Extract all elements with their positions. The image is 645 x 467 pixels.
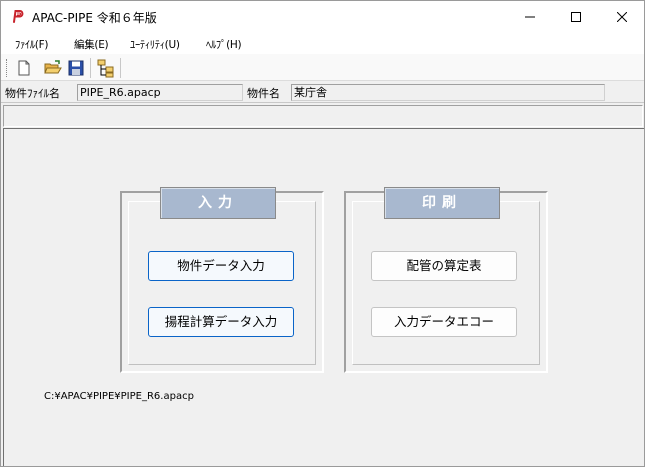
maximize-button[interactable]	[553, 1, 599, 32]
input-group-frame	[128, 201, 316, 365]
menu-edit[interactable]: 編集(E)	[74, 37, 109, 52]
file-name-label: 物件ﾌｧｲﾙ名	[5, 87, 60, 100]
head-calc-data-input-button[interactable]: 揚程計算データ入力	[148, 307, 294, 337]
tree-icon[interactable]	[96, 58, 116, 78]
print-group-title: 印刷	[384, 187, 500, 219]
print-group-frame	[352, 201, 540, 365]
menu-file[interactable]: ﾌｧｲﾙ(F)	[15, 37, 48, 52]
menu-help[interactable]: ﾍﾙﾌﾟ(H)	[206, 37, 242, 52]
minimize-button[interactable]	[507, 1, 553, 32]
message-strip	[3, 105, 643, 127]
menu-bar: ﾌｧｲﾙ(F) 編集(E) ﾕｰﾃｨﾘﾃｨ(U) ﾍﾙﾌﾟ(H)	[1, 32, 644, 54]
file-name-field: PIPE_R6.apacp	[77, 84, 243, 101]
property-data-input-button[interactable]: 物件データ入力	[148, 251, 294, 281]
window-title: APAC-PIPE 令和６年版	[32, 11, 157, 25]
minimize-icon	[525, 16, 535, 17]
save-icon[interactable]	[66, 58, 86, 78]
open-folder-icon[interactable]	[43, 58, 63, 78]
piping-calc-table-button[interactable]: 配管の算定表	[371, 251, 517, 281]
toolbar-separator	[90, 58, 91, 78]
title-bar: APAC-PIPE 令和６年版	[1, 1, 644, 32]
toolbar	[1, 54, 644, 81]
toolbar-grip[interactable]	[6, 59, 9, 77]
app-logo-icon	[13, 10, 24, 23]
input-group-title: 入力	[160, 187, 276, 219]
property-name-label: 物件名	[247, 87, 280, 100]
close-icon	[617, 11, 627, 22]
app-window: APAC-PIPE 令和６年版 ﾌｧｲﾙ(F) 編集(E) ﾕｰﾃｨﾘﾃｨ(U)…	[0, 0, 645, 467]
file-path-text: C:¥APAC¥PIPE¥PIPE_R6.apacp	[44, 391, 194, 402]
print-group: 印刷 配管の算定表 入力データエコー	[344, 187, 548, 373]
close-button[interactable]	[599, 1, 644, 32]
input-data-echo-button[interactable]: 入力データエコー	[371, 307, 517, 337]
input-group: 入力 物件データ入力 揚程計算データ入力	[120, 187, 324, 373]
maximize-icon	[571, 11, 581, 22]
main-panel: 入力 物件データ入力 揚程計算データ入力 印刷 配管の算定表 入力データエコー …	[3, 128, 644, 466]
toolbar-separator	[120, 58, 121, 78]
menu-utility[interactable]: ﾕｰﾃｨﾘﾃｨ(U)	[130, 37, 180, 52]
property-info-bar: 物件ﾌｧｲﾙ名 PIPE_R6.apacp 物件名 某庁舎	[1, 82, 644, 103]
property-name-field: 某庁舎	[291, 84, 605, 101]
new-file-icon[interactable]	[14, 58, 34, 78]
